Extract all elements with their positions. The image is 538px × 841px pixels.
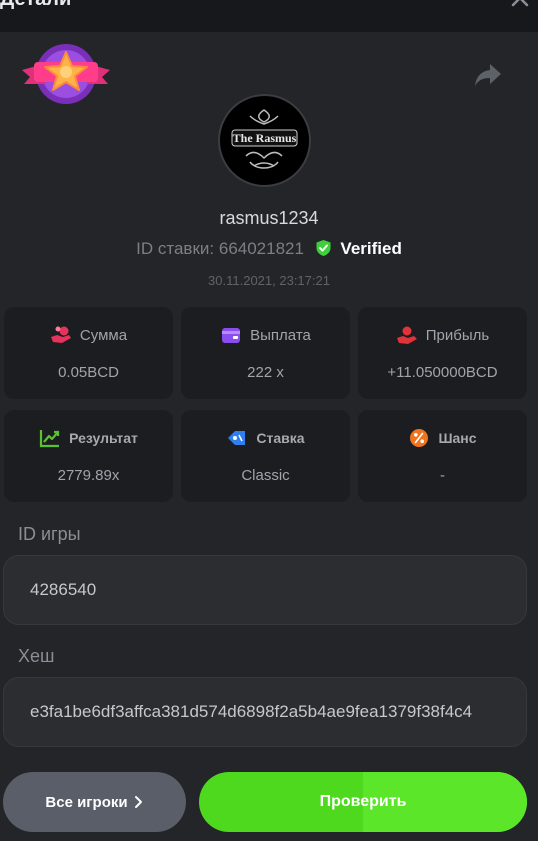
stat-label: Шанс <box>438 430 477 446</box>
all-players-label: Все игроки <box>45 793 128 811</box>
stat-value: Classic <box>241 467 290 484</box>
share-icon[interactable] <box>474 62 502 88</box>
stat-label: Прибыль <box>425 326 490 344</box>
avatar[interactable]: The Rasmus <box>218 94 311 187</box>
bet-id-value: 664021821 <box>218 239 304 258</box>
coins-hand-icon <box>50 326 71 343</box>
game-id-field[interactable]: 4286540 <box>3 555 527 625</box>
verify-button[interactable]: Проверить <box>199 772 527 832</box>
verify-label: Проверить <box>319 793 407 810</box>
stat-value: +11.050000BCD <box>387 364 498 381</box>
wallet-icon <box>222 328 241 343</box>
modal-title: Детали <box>0 0 71 11</box>
stat-label: Выплата <box>250 326 311 344</box>
stat-card-profit: Прибыль +11.050000BCD <box>358 307 527 399</box>
avatar-logo: The Rasmus <box>231 109 298 169</box>
svg-text:The Rasmus: The Rasmus <box>233 131 297 145</box>
stat-label: Сумма <box>79 326 128 344</box>
bet-details-panel: The Rasmus rasmus1234 ID ставки: 6640218… <box>0 32 538 841</box>
verified-label: Verified <box>340 239 402 258</box>
stat-card-payout: Выплата 222 x <box>181 307 350 399</box>
tag-icon <box>228 431 246 445</box>
bet-id-label: ID ставки: <box>136 239 215 258</box>
bet-datetime: 30.11.2021, 23:17:21 <box>208 273 330 288</box>
stat-value: 0.05BCD <box>58 364 119 381</box>
growth-chart-icon <box>40 430 60 448</box>
modal-header: Детали <box>0 0 538 32</box>
bet-id-row: ID ставки: 664021821 Verified <box>0 239 538 259</box>
stat-card-amount: Сумма 0.05BCD <box>4 307 173 399</box>
profit-hand-icon <box>396 326 417 344</box>
verified-shield-icon <box>316 240 331 256</box>
close-icon[interactable] <box>508 0 532 10</box>
percent-icon <box>410 429 429 447</box>
stat-value: 222 x <box>247 364 284 381</box>
hash-label: Хеш <box>18 646 55 666</box>
stat-value: 2779.89x <box>57 467 120 484</box>
stat-label: Результат <box>69 430 138 446</box>
chevron-right-icon <box>134 796 142 808</box>
all-players-button[interactable]: Все игроки <box>3 772 186 832</box>
username: rasmus1234 <box>219 208 319 228</box>
stat-card-chance: Шанс - <box>358 410 527 502</box>
stat-value: - <box>440 467 445 484</box>
game-id-label: ID игры <box>18 524 81 544</box>
hash-field[interactable]: e3fa1be6df3affca381d574d6898f2a5b4ae9fea… <box>3 677 527 747</box>
vip-badge-icon <box>22 44 110 104</box>
stat-card-result: Результат 2779.89x <box>4 410 173 502</box>
stat-card-bet-type: Ставка Classic <box>181 410 350 502</box>
stat-label: Ставка <box>256 430 305 446</box>
